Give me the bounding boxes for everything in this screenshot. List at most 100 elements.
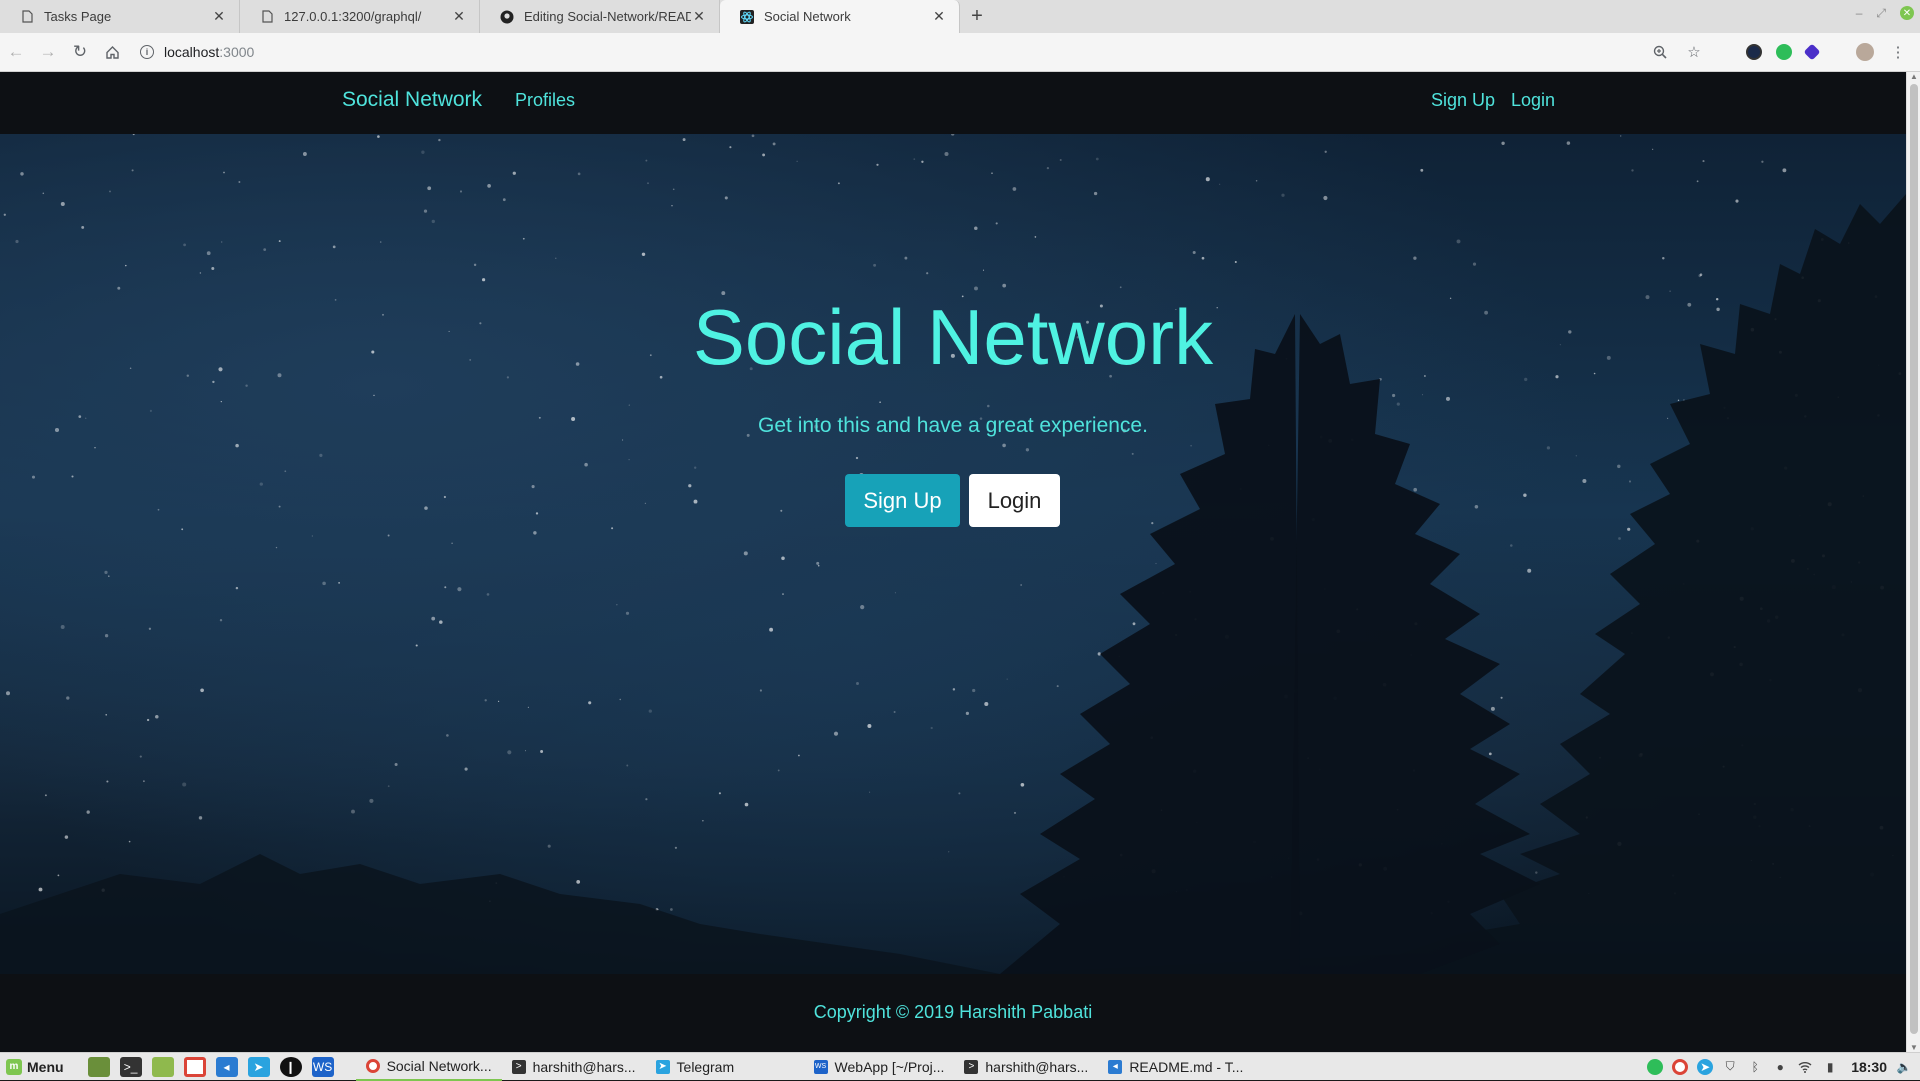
site-footer: Copyright © 2019 Harshith Pabbati: [0, 974, 1906, 1052]
clock[interactable]: 18:30: [1851, 1059, 1887, 1075]
task-vscode[interactable]: ◂ README.md - T...: [1098, 1053, 1253, 1081]
battery-icon[interactable]: ▮: [1822, 1059, 1838, 1075]
terminal-icon: >: [511, 1059, 526, 1074]
address-port: :3000: [219, 44, 255, 60]
reload-icon[interactable]: ↻: [64, 36, 96, 68]
volume-icon[interactable]: 🔈: [1896, 1059, 1912, 1075]
avatar[interactable]: [1856, 43, 1874, 61]
wifi-icon[interactable]: [1797, 1059, 1813, 1075]
close-icon[interactable]: ✕: [931, 8, 947, 25]
tab-label: Social Network: [764, 9, 851, 24]
system-tray: ➤ ⛉ ᛒ ● ▮ 18:30 🔈: [1647, 1058, 1920, 1075]
toolbar-actions: ☆ ⋮: [1650, 42, 1920, 62]
extension-icon[interactable]: [1803, 43, 1821, 61]
start-menu-label: Menu: [27, 1058, 64, 1075]
terminal-icon: >: [964, 1059, 979, 1074]
tab-graphql[interactable]: 127.0.0.1:3200/graphql/ ✕: [240, 0, 480, 33]
task-label: harshith@hars...: [532, 1058, 636, 1075]
mint-logo-icon: m: [6, 1058, 22, 1075]
page-viewport: Social Network Profiles Sign Up Login So…: [0, 72, 1906, 1052]
new-tab-icon[interactable]: +: [960, 0, 994, 33]
task-label: Telegram: [676, 1058, 735, 1075]
scrollbar-thumb[interactable]: [1910, 84, 1918, 1034]
back-arrow-icon[interactable]: ←: [0, 36, 32, 68]
window-close-icon[interactable]: ✕: [1900, 6, 1914, 20]
chrome-icon[interactable]: [183, 1056, 206, 1077]
document-icon: [20, 10, 34, 24]
tab-label: Tasks Page: [44, 9, 112, 24]
os-taskbar: m Menu >_ ◂ ➤ ❙ WS Social Network... > h…: [0, 1052, 1920, 1081]
task-chrome[interactable]: Social Network...: [355, 1053, 502, 1081]
hero-subtitle: Get into this and have a great experienc…: [758, 414, 1148, 437]
page-scrollbar[interactable]: ▲ ▼: [1906, 72, 1920, 1052]
task-telegram[interactable]: ➤ Telegram: [646, 1053, 786, 1081]
extension-tray-icon[interactable]: [1647, 1058, 1664, 1075]
bluetooth-icon[interactable]: ᛒ: [1747, 1059, 1763, 1075]
user-icon[interactable]: ●: [1772, 1059, 1788, 1075]
react-icon: [740, 9, 754, 24]
task-label: WebApp [~/Proj...: [834, 1058, 945, 1075]
kebab-menu-icon[interactable]: ⋮: [1888, 42, 1908, 62]
nav-login-link[interactable]: Login: [1511, 90, 1555, 111]
telegram-icon: ➤: [655, 1059, 670, 1074]
close-icon[interactable]: ✕: [211, 8, 227, 25]
show-desktop-icon[interactable]: [87, 1056, 110, 1077]
task-label: harshith@hars...: [985, 1058, 1089, 1075]
forward-arrow-icon[interactable]: →: [32, 36, 64, 68]
quick-launchers: >_ ◂ ➤ ❙ WS: [74, 1056, 334, 1077]
tab-tasks-page[interactable]: Tasks Page ✕: [0, 0, 240, 33]
task-label: Social Network...: [386, 1057, 492, 1074]
telegram-tray-icon[interactable]: ➤: [1697, 1058, 1714, 1075]
home-icon[interactable]: [96, 36, 128, 68]
scroll-down-icon[interactable]: ▼: [1907, 1043, 1920, 1052]
close-icon[interactable]: ✕: [451, 8, 467, 25]
login-button[interactable]: Login: [969, 474, 1060, 527]
extension-icon[interactable]: [1746, 44, 1762, 60]
chrome-tray-icon[interactable]: [1672, 1058, 1689, 1075]
tab-social-network[interactable]: Social Network ✕: [720, 0, 960, 33]
address-host: localhost: [164, 44, 220, 60]
scroll-up-icon[interactable]: ▲: [1907, 72, 1920, 81]
bookmark-star-icon[interactable]: ☆: [1684, 42, 1704, 62]
telegram-icon[interactable]: ➤: [247, 1056, 270, 1077]
browser-tab-bar: Tasks Page ✕ 127.0.0.1:3200/graphql/ ✕ E…: [0, 0, 1920, 33]
github-icon: [500, 10, 514, 24]
start-menu-button[interactable]: m Menu: [0, 1058, 74, 1075]
tab-github-readme[interactable]: Editing Social-Network/READM ✕: [480, 0, 720, 33]
signup-button[interactable]: Sign Up: [845, 474, 960, 527]
extension-icon[interactable]: [1776, 44, 1792, 60]
tab-label: Editing Social-Network/READM: [524, 9, 691, 24]
task-webstorm[interactable]: WS WebApp [~/Proj...: [804, 1053, 955, 1081]
footer-copyright: Copyright © 2019 Harshith Pabbati: [813, 1002, 1093, 1022]
tree-silhouette: [0, 194, 1906, 974]
terminal-icon[interactable]: >_: [119, 1056, 142, 1077]
shield-icon[interactable]: ⛉: [1722, 1059, 1738, 1075]
navbar-brand[interactable]: Social Network: [342, 88, 482, 112]
maximize-icon[interactable]: ⤢: [1876, 6, 1886, 21]
webstorm-icon[interactable]: WS: [311, 1056, 334, 1077]
browser-toolbar: ← → ↻ i localhost:3000 ☆ ⋮: [0, 33, 1920, 72]
address-bar[interactable]: i localhost:3000: [140, 37, 1650, 67]
hero-title: Social Network: [692, 293, 1214, 381]
mongodb-icon[interactable]: ❙: [279, 1056, 302, 1077]
window-controls: – ⤢ ✕: [1856, 6, 1914, 21]
zoom-icon[interactable]: [1650, 42, 1670, 62]
info-icon[interactable]: i: [140, 45, 154, 59]
tab-label: 127.0.0.1:3200/graphql/: [284, 9, 422, 24]
site-navbar: Social Network Profiles Sign Up Login: [0, 72, 1906, 134]
task-label: README.md - T...: [1129, 1058, 1244, 1075]
nav-signup-link[interactable]: Sign Up: [1431, 90, 1495, 111]
minimize-icon[interactable]: –: [1856, 6, 1863, 21]
close-icon[interactable]: ✕: [691, 8, 707, 25]
nav-profiles-link[interactable]: Profiles: [515, 90, 575, 111]
webstorm-icon: WS: [813, 1059, 828, 1074]
folder-icon[interactable]: [151, 1056, 174, 1077]
vscode-icon: ◂: [1108, 1059, 1123, 1074]
chrome-icon: [365, 1058, 380, 1073]
hero-section: Social Network Get into this and have a …: [0, 134, 1906, 974]
task-terminal-2[interactable]: > harshith@hars...: [954, 1053, 1098, 1081]
taskbar-windows: Social Network... > harshith@hars... ➤ T…: [355, 1053, 1254, 1081]
task-terminal[interactable]: > harshith@hars...: [502, 1053, 646, 1081]
document-icon: [260, 10, 274, 24]
vscode-icon[interactable]: ◂: [215, 1056, 238, 1077]
